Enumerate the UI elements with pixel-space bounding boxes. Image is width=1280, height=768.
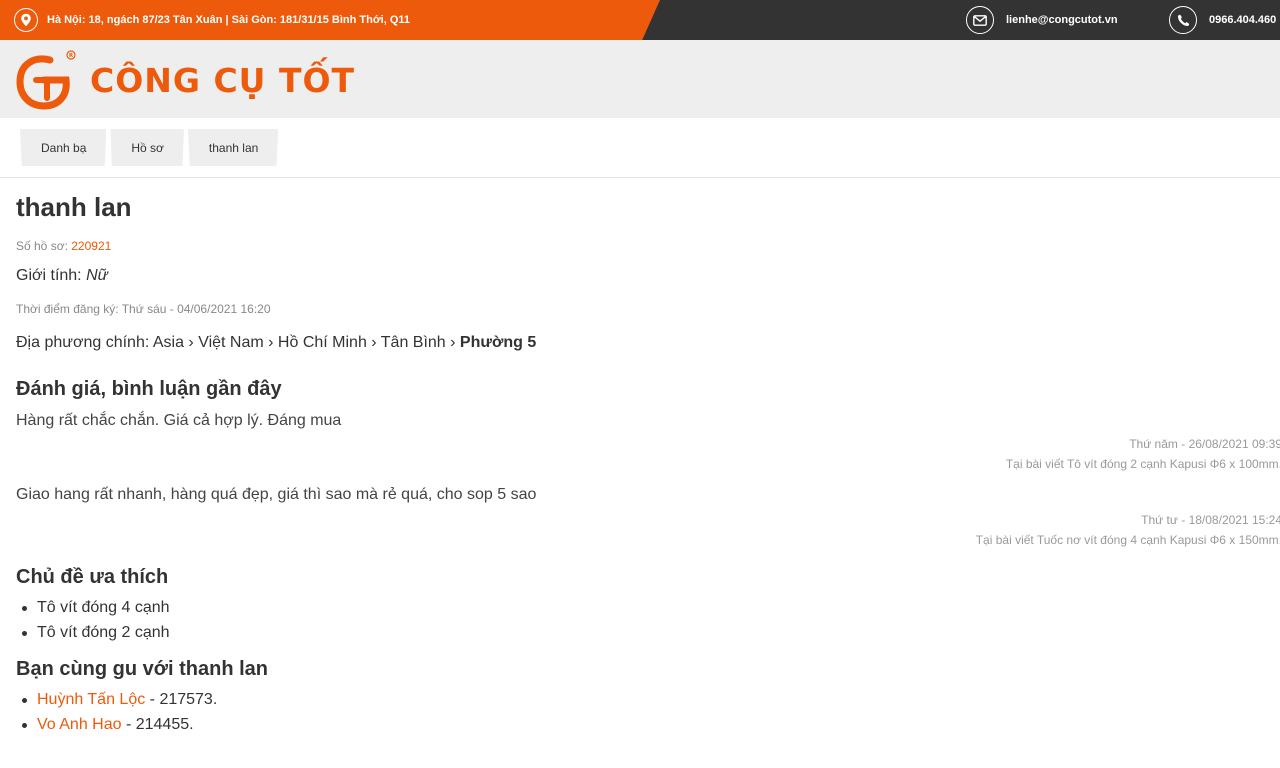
friend-link[interactable]: Huỳnh Tấn Lộc xyxy=(37,691,145,708)
list-item: Huỳnh Tấn Lộc - 217573. xyxy=(16,690,1280,715)
profile-id: Số hồ sơ: 220921 xyxy=(16,239,1280,253)
review-meta: Thứ tư - 18/08/2021 15:24 Tại bài viết T… xyxy=(16,510,1280,550)
phone-text[interactable]: 0966.404.460 xyxy=(1209,14,1276,26)
gender-label: Giới tính: xyxy=(16,267,82,284)
reviews-heading: Đánh giá, bình luận gần đây xyxy=(16,378,282,400)
location-ward: Phường 5 xyxy=(459,334,537,351)
profile-content: thanh lan Số hồ sơ: 220921 Giới tính: Nữ… xyxy=(0,191,1280,740)
review-item: Hàng rất chắc chắn. Giá cả hợp lý. Đáng … xyxy=(16,411,1280,474)
review-item: Giao hang rất nhanh, hàng quá đẹp, giá t… xyxy=(16,485,1280,550)
top-bar: Hà Nội: 18, ngách 87/23 Tân Xuân | Sài G… xyxy=(0,0,1280,40)
review-meta: Thứ năm - 26/08/2021 09:39 Tại bài viết … xyxy=(16,434,1280,474)
review-post-link[interactable]: Tại bài viết Tuốc nơ vít đóng 4 cạnh Kap… xyxy=(16,530,1280,550)
breadcrumb-item-directory[interactable]: Danh bạ xyxy=(20,129,107,166)
favorites-list: Tô vít đóng 4 cạnh Tô vít đóng 2 cạnh xyxy=(16,598,1280,648)
review-date: Thứ tư - 18/08/2021 15:24 xyxy=(1141,513,1280,527)
review-post-link[interactable]: Tại bài viết Tô vít đóng 2 cạnh Kapusi Φ… xyxy=(16,454,1280,474)
review-date: Thứ năm - 26/08/2021 09:39 xyxy=(1129,437,1280,451)
profile-id-label: Số hồ sơ: xyxy=(16,239,68,253)
friend-link[interactable]: Vo Anh Hao xyxy=(37,716,122,733)
review-text: Hàng rất chắc chắn. Giá cả hợp lý. Đáng … xyxy=(16,412,342,429)
location-path: Asia › Việt Nam › Hồ Chí Minh › Tân Bình… xyxy=(152,334,456,351)
friend-id: - 217573. xyxy=(145,691,218,708)
page-title: thanh lan xyxy=(16,192,132,222)
gender-value: Nữ xyxy=(86,267,108,284)
logo-mark-icon: R xyxy=(16,50,76,110)
registered-time: Thời điểm đăng ký: Thứ sáu - 04/06/2021 … xyxy=(16,302,271,316)
profile-id-value: 220921 xyxy=(71,239,112,253)
email-text[interactable]: lienhe@congcutot.vn xyxy=(1006,14,1118,26)
site-header: R CÔNG CỤ TỐT xyxy=(0,40,1280,118)
envelope-icon xyxy=(966,6,994,34)
list-item[interactable]: Tô vít đóng 4 cạnh xyxy=(16,598,1280,623)
friends-list: Huỳnh Tấn Lộc - 217573. Vo Anh Hao - 214… xyxy=(16,690,1280,740)
list-item[interactable]: Tô vít đóng 2 cạnh xyxy=(16,623,1280,648)
address-text: Hà Nội: 18, ngách 87/23 Tân Xuân | Sài G… xyxy=(47,14,411,26)
map-pin-icon xyxy=(14,8,38,32)
phone-contact[interactable]: 0966.404.460 xyxy=(1169,6,1276,34)
address-info: Hà Nội: 18, ngách 87/23 Tân Xuân | Sài G… xyxy=(14,8,410,32)
phone-icon xyxy=(1169,6,1197,34)
site-logo[interactable]: R CÔNG CỤ TỐT xyxy=(14,50,355,110)
friend-id: - 214455. xyxy=(121,716,194,733)
list-item: Vo Anh Hao - 214455. xyxy=(16,715,1280,740)
logo-text: CÔNG CỤ TỐT xyxy=(90,60,356,100)
location-row: Địa phương chính: Asia › Việt Nam › Hồ C… xyxy=(16,333,1280,353)
breadcrumb: Danh bạ Hồ sơ thanh lan xyxy=(0,118,1280,178)
review-text: Giao hang rất nhanh, hàng quá đẹp, giá t… xyxy=(16,486,537,503)
email-contact[interactable]: lienhe@congcutot.vn xyxy=(966,6,1118,34)
breadcrumb-item-current[interactable]: thanh lan xyxy=(187,129,279,166)
gender-row: Giới tính: Nữ xyxy=(16,266,1280,286)
breadcrumb-item-profiles[interactable]: Hồ sơ xyxy=(110,129,184,166)
favorites-heading: Chủ đề ưa thích xyxy=(16,566,169,588)
friends-heading: Bạn cùng gu với thanh lan xyxy=(16,658,269,680)
location-label: Địa phương chính: xyxy=(16,334,150,351)
